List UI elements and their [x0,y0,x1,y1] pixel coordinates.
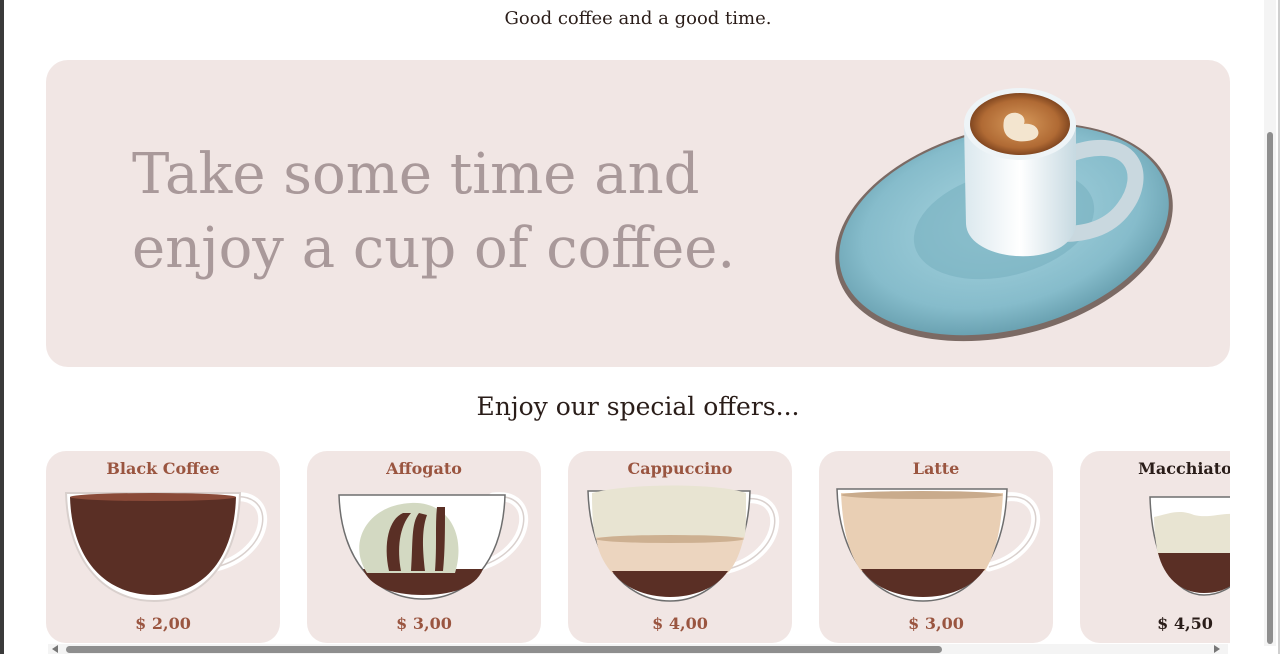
scroll-right-arrow-icon[interactable] [1214,645,1220,653]
hero-banner: Take some time and enjoy a cup of coffee… [46,60,1230,367]
site-title-cutoff: ▀▀▀▀▀ ▀▀▀▀ ▀▀ ▀ [509,0,809,6]
macchiato-cup-icon [1149,496,1230,596]
hero-heading: Take some time and enjoy a cup of coffee… [132,138,772,286]
special-offers-title: Enjoy our special offers... [476,392,800,421]
offer-price: $ 4,50 [1157,614,1213,633]
vertical-scrollbar-thumb[interactable] [1267,132,1273,644]
scroll-left-arrow-icon[interactable] [52,645,58,653]
offer-name: Black Coffee [106,459,220,478]
horizontal-scrollbar[interactable] [48,644,1228,654]
cappuccino-cup-icon [587,485,780,602]
offer-card-black-coffee[interactable]: Black Coffee $ 2,00 [46,451,280,643]
offer-card-latte[interactable]: Latte $ 3,00 [819,451,1053,643]
hero-line-1: Take some time and [132,142,700,207]
offer-price: $ 2,00 [135,614,191,633]
affogato-cup-icon [338,492,529,600]
black-coffee-cup-icon [64,492,268,603]
offer-card-affogato[interactable]: Affogato $ 3,00 [307,451,541,643]
browser-viewport: ▀▀▀▀▀ ▀▀▀▀ ▀▀ ▀ Good coffee and a good t… [0,0,1280,654]
offers-carousel[interactable]: Black Coffee $ 2,00 Affogato $ 3,00 Capp… [46,451,1230,643]
offer-card-cappuccino[interactable]: Cappuccino $ 4,00 [568,451,792,643]
vertical-scrollbar[interactable] [1264,0,1276,646]
offer-name: Cappuccino [627,459,733,478]
offer-price: $ 4,00 [652,614,708,633]
offer-name: Latte [912,459,960,478]
offer-name: Macchiato [1138,459,1230,478]
latte-cup-icon [836,488,1041,602]
espresso-cup-image [835,88,1173,342]
tagline: Good coffee and a good time. [504,8,772,29]
horizontal-scrollbar-thumb[interactable] [66,646,942,653]
offer-name: Affogato [386,459,462,478]
offer-price: $ 3,00 [908,614,964,633]
offer-price: $ 3,00 [396,614,452,633]
hero-line-2: enjoy a cup of coffee. [132,216,736,281]
offer-card-macchiato[interactable]: Macchiato $ 4,50 [1080,451,1230,643]
